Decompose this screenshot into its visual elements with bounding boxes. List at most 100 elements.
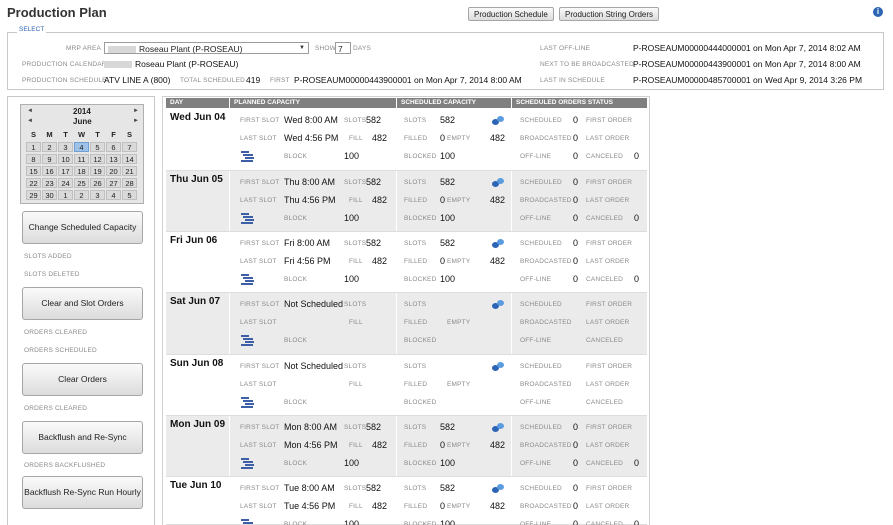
production-schedule-button[interactable]: Production Schedule [468,7,554,21]
fill-label: FILL [349,381,363,388]
calendar-day[interactable]: 2 [74,190,89,200]
header-scheduled-capacity: SCHEDULED CAPACITY [397,98,511,108]
column-divider [511,477,512,524]
calendar-day[interactable]: 1 [26,142,41,152]
calendar-day[interactable]: 10 [58,154,73,164]
last-in-schedule-label: LAST IN SCHEDULE [540,77,605,84]
calendar-day[interactable]: 11 [74,154,89,164]
calendar-day[interactable]: 6 [106,142,121,152]
calendar-day[interactable]: 27 [106,178,121,188]
calendar-day[interactable]: 4 [106,190,121,200]
block-icon[interactable] [241,397,254,408]
calendar-day[interactable]: 17 [58,166,73,176]
calendar-day[interactable]: 19 [90,166,105,176]
day-label: Tue Jun 10 [170,480,222,491]
calendar-day[interactable]: 23 [42,178,57,188]
prev-year-icon[interactable]: ◄ [27,108,33,114]
last-slot-label: LAST SLOT [240,258,277,265]
calendar-day[interactable]: 3 [58,142,73,152]
header-orders-status: SCHEDULED ORDERS STATUS [512,98,647,108]
backflush-resync-hourly-button[interactable]: Backflush Re-Sync Run Hourly [22,476,143,509]
filled-label: FILLED [404,258,428,265]
calendar-day[interactable]: 24 [58,178,73,188]
calendar-day[interactable]: 30 [42,190,57,200]
next-year-icon[interactable]: ► [133,108,139,114]
scheduled-value: 0 [573,238,579,248]
first-order-label: FIRST ORDER [586,240,633,247]
capacity-pills-icon[interactable] [492,178,504,187]
change-scheduled-capacity-button[interactable]: Change Scheduled Capacity [22,211,143,244]
capacity-pills-icon[interactable] [492,362,504,371]
canceled-value: 0 [634,519,640,525]
calendar-day[interactable]: 21 [122,166,137,176]
broadcasted-value: 0 [573,195,579,205]
scheduled-label: SCHEDULED [520,301,562,308]
calendar-day[interactable]: 18 [74,166,89,176]
column-divider [229,355,230,415]
header-planned-capacity: PLANNED CAPACITY [230,98,396,108]
calendar-day[interactable]: 20 [106,166,121,176]
block-icon[interactable] [241,213,254,224]
backflush-and-resync-button[interactable]: Backflush and Re-Sync [22,421,143,454]
clear-orders-button[interactable]: Clear Orders [22,363,143,396]
calendar-day[interactable]: 8 [26,154,41,164]
prev-month-icon[interactable]: ◄ [27,118,33,124]
capacity-pills-icon[interactable] [492,300,504,309]
info-icon[interactable]: i [873,7,883,17]
last-order-label: LAST ORDER [586,381,630,388]
show-days-input[interactable]: 7 [335,42,351,54]
calendar-day[interactable]: 2 [42,142,57,152]
offline-value: 0 [573,458,579,468]
calendar-day[interactable]: 12 [90,154,105,164]
next-month-icon[interactable]: ► [133,118,139,124]
calendar-day[interactable]: 26 [90,178,105,188]
day-row: Thu Jun 05 FIRST SLOT Thu 8:00 AM LAST SLOT… [166,171,647,232]
scheduled-label: SCHEDULED [520,363,562,370]
capacity-pills-icon[interactable] [492,484,504,493]
filled-value: 0 [440,133,446,143]
clear-and-slot-orders-button[interactable]: Clear and Slot Orders [22,287,143,320]
calendar-day[interactable]: 25 [74,178,89,188]
calendar-day[interactable]: 5 [90,142,105,152]
calendar-day[interactable]: 14 [122,154,137,164]
first-slot-value: Thu 8:00 AM [284,177,336,187]
offline-label: OFF-LINE [520,215,552,222]
offline-label: OFF-LINE [520,337,552,344]
block-label: BLOCK [284,337,308,344]
calendar-day[interactable]: 28 [122,178,137,188]
calendar-day[interactable]: 9 [42,154,57,164]
calendar-day[interactable]: 22 [26,178,41,188]
block-icon[interactable] [241,335,254,346]
mini-calendar: ◄ 2014 ► ◄ June ► S M T W T F S 1 2 3 4 5 6 7 8 9 10 11 12… [20,104,144,204]
calendar-day[interactable]: 5 [122,190,137,200]
mrp-area-dropdown[interactable]: Roseau Plant (P-ROSEAU) [104,42,309,54]
calendar-day[interactable]: 1 [58,190,73,200]
block-icon[interactable] [241,151,254,162]
block-icon[interactable] [241,458,254,469]
blocked-value: 100 [440,458,456,468]
calendar-day[interactable]: 13 [106,154,121,164]
block-icon[interactable] [241,274,254,285]
capacity-pills-icon[interactable] [492,239,504,248]
production-string-orders-button[interactable]: Production String Orders [559,7,660,21]
scheduled-value: 0 [573,115,579,125]
calendar-day[interactable]: 15 [26,166,41,176]
blocked-value: 100 [440,274,456,284]
calendar-day[interactable]: 16 [42,166,57,176]
broadcasted-label: BROADCASTED [520,258,572,265]
block-icon[interactable] [241,519,253,525]
calendar-day[interactable]: 3 [90,190,105,200]
filled-label: FILLED [404,319,428,326]
day-row: Tue Jun 10 FIRST SLOT Tue 8:00 AM LAST SLOT… [166,477,647,525]
empty-label: EMPTY [447,197,471,204]
orders-backflushed-label: ORDERS BACKFLUSHED [24,462,106,469]
capacity-pills-icon[interactable] [492,423,504,432]
calendar-day[interactable]: 7 [122,142,137,152]
capacity-pills-icon[interactable] [492,116,504,125]
slots-label: SLOTS [344,485,367,492]
last-slot-label: LAST SLOT [240,197,277,204]
calendar-day[interactable]: 4 [74,142,89,152]
scheduled-slots-value: 582 [440,483,456,493]
calendar-day[interactable]: 29 [26,190,41,200]
block-label: BLOCK [284,276,308,283]
